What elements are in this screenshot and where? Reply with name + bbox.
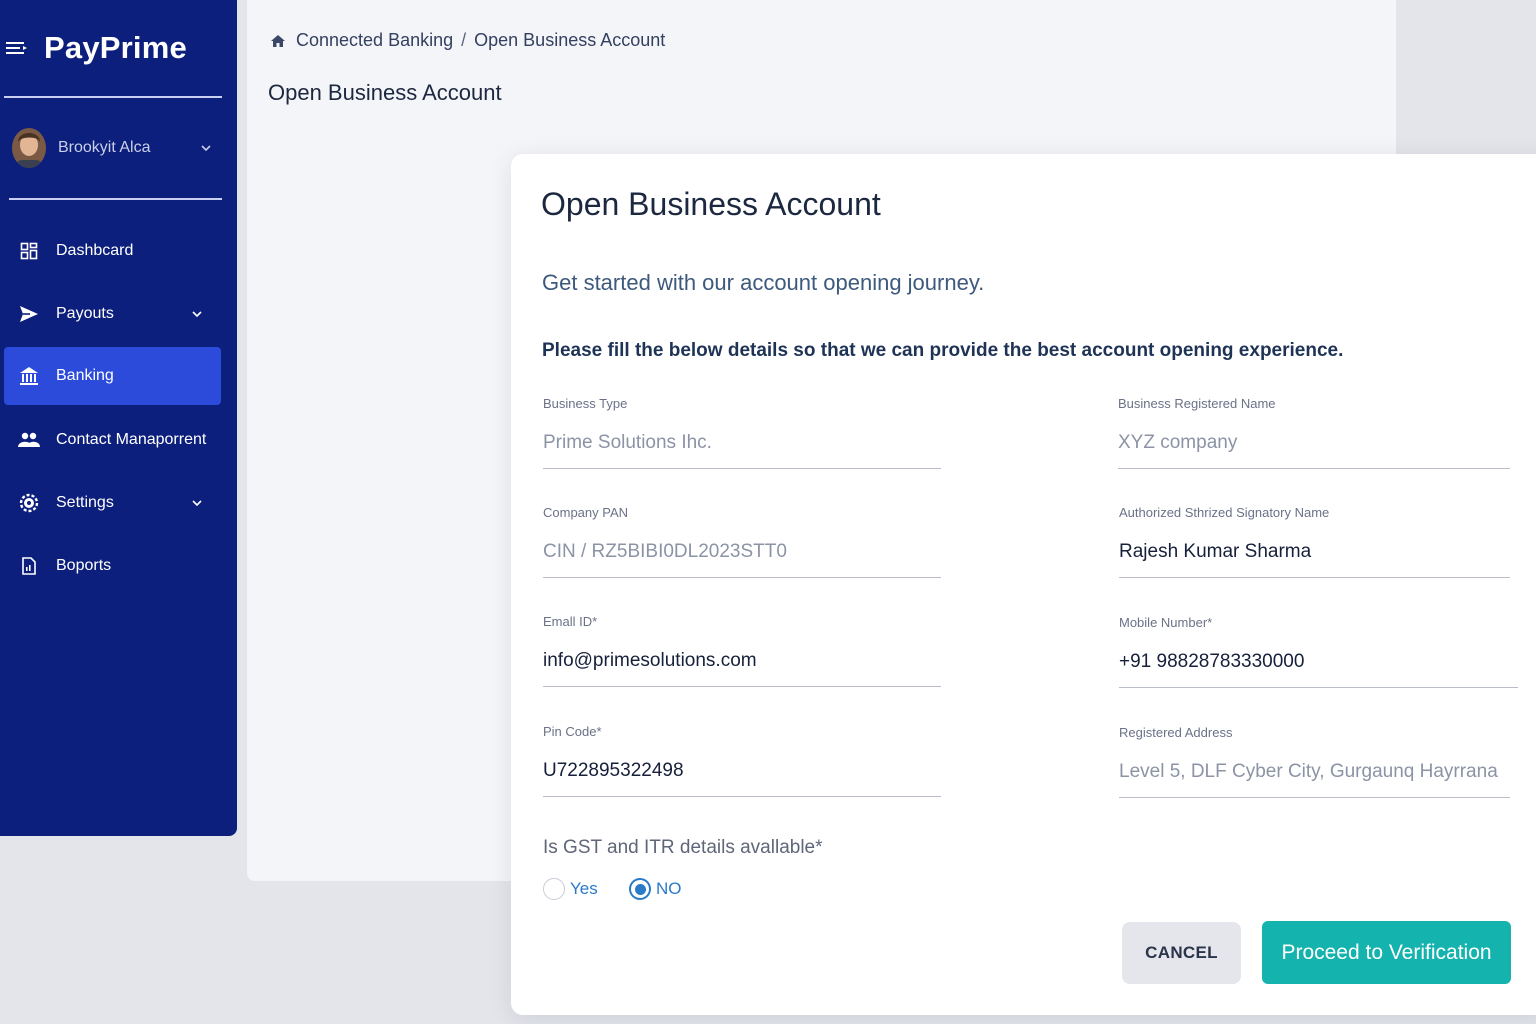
user-menu[interactable]: Brookyit Alca (12, 126, 212, 170)
email-label: Emall ID* (543, 614, 598, 629)
report-icon (22, 557, 36, 575)
home-icon[interactable] (270, 33, 286, 49)
radio-circle (543, 878, 565, 900)
sidebar-item-label: Payouts (56, 305, 114, 322)
business-name-label: Business Registered Name (1118, 396, 1276, 411)
chevron-down-icon (201, 145, 211, 152)
avatar (12, 128, 46, 168)
user-name: Brookyit Alca (58, 139, 151, 156)
mobile-label: Mobile Number* (1119, 615, 1213, 630)
pin-code-label: Pin Code* (543, 724, 602, 739)
signatory-label: Authorized Sthrized Signatory Name (1119, 505, 1330, 520)
business-name-input[interactable] (1118, 432, 1510, 469)
brand: PayPrime (0, 24, 187, 72)
pin-code-field: Pin Code* (543, 724, 941, 797)
company-pan-label: Company PAN (543, 505, 629, 520)
sidebar-item-banking[interactable]: Banking (4, 347, 221, 405)
business-type-input[interactable] (543, 432, 941, 469)
modal-subtitle: Get started with our account opening jou… (542, 270, 985, 295)
company-pan-field: Company PAN (543, 505, 941, 578)
address-input[interactable] (1119, 761, 1510, 798)
signatory-name-input[interactable] (1119, 541, 1510, 578)
bank-icon (20, 367, 38, 385)
mobile-field: Mobile Number* (1119, 615, 1518, 688)
radio-circle-selected (629, 878, 651, 900)
menu-icon[interactable] (6, 39, 28, 57)
signatory-field: Authorized Sthrized Signatory Name (1119, 505, 1510, 578)
business-type-label: Business Type (543, 396, 628, 411)
radio-yes[interactable]: Yes (543, 878, 598, 900)
company-pan-input[interactable] (543, 541, 941, 578)
sidebar-item-contact-management[interactable]: Contact Manaporrent (4, 411, 221, 469)
email-input[interactable] (543, 650, 941, 687)
radio-no-label: NO (656, 879, 682, 898)
page-title: Open Business Account (268, 80, 502, 105)
chevron-down-icon (192, 500, 202, 507)
sidebar-divider (4, 96, 222, 98)
sidebar-divider (9, 198, 222, 200)
breadcrumb-open-business-account: Open Business Account (474, 30, 666, 50)
radio-yes-label: Yes (570, 879, 598, 898)
contacts-icon (18, 432, 40, 447)
breadcrumb-separator: / (461, 30, 467, 50)
settings-icon (19, 493, 39, 513)
send-icon (20, 306, 38, 322)
sidebar-item-label: Dashbcard (56, 242, 134, 259)
address-field: Registered Address (1119, 725, 1510, 798)
sidebar: PayPrime Brookyit Alca Dashbcard Payouts… (0, 0, 237, 836)
sidebar-item-label: Contact Manaporrent (56, 431, 207, 448)
address-label: Registered Address (1119, 725, 1233, 740)
sidebar-item-label: Banking (56, 367, 114, 384)
breadcrumb: Connected Banking / Open Business Accoun… (270, 30, 665, 51)
sidebar-item-reports[interactable]: Boports (4, 537, 221, 595)
chevron-down-icon (192, 311, 202, 318)
sidebar-item-dashboard[interactable]: Dashbcard (4, 222, 221, 280)
email-field: Emall ID* (543, 614, 941, 687)
modal-title: Open Business Account (541, 186, 881, 222)
sidebar-item-label: Boports (56, 557, 112, 574)
business-name-field: Business Registered Name (1118, 396, 1510, 469)
app-logo: PayPrime (44, 30, 187, 65)
sidebar-item-label: Settings (56, 494, 114, 511)
modal-instruction: Please fill the below details so that we… (542, 340, 1344, 361)
gst-question: Is GST and ITR details avallable* (543, 837, 823, 858)
cancel-button[interactable]: CANCEL (1122, 922, 1241, 984)
business-type-field: Business Type (543, 396, 941, 469)
dashboard-icon (20, 242, 38, 260)
radio-no[interactable]: NO (629, 878, 682, 900)
breadcrumb-connected-banking[interactable]: Connected Banking (296, 30, 453, 51)
mobile-input[interactable] (1119, 651, 1518, 688)
proceed-to-verification-button[interactable]: Proceed to Verification (1262, 921, 1511, 984)
sidebar-item-settings[interactable]: Settings (4, 474, 221, 532)
sidebar-item-payouts[interactable]: Payouts (4, 285, 221, 343)
pin-code-input[interactable] (543, 760, 941, 797)
